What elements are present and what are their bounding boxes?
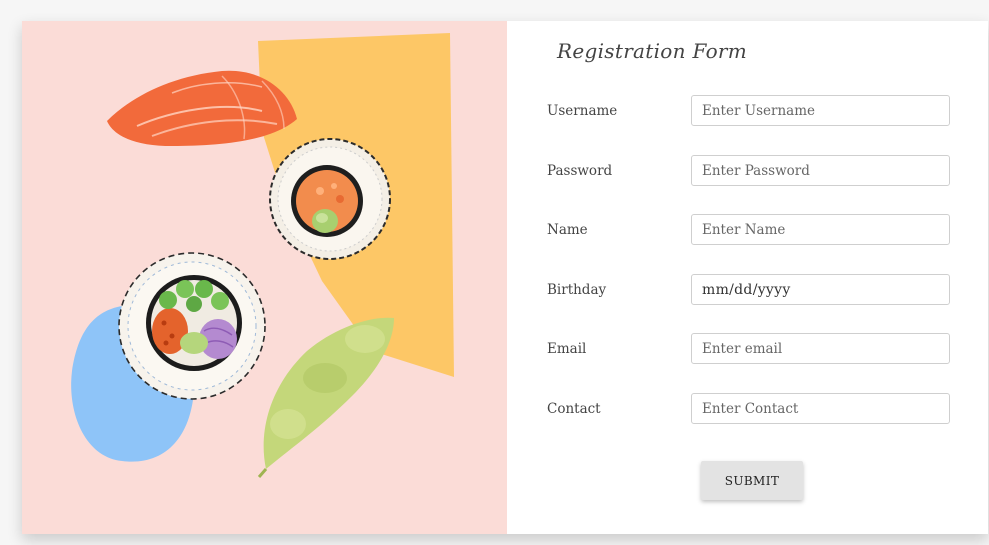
form-title: Registration Form: [557, 39, 748, 63]
birthday-label: Birthday: [547, 282, 607, 298]
birthday-input[interactable]: [691, 274, 950, 305]
large-maki-roll: [118, 252, 266, 400]
form-row-name: Name: [547, 214, 967, 256]
name-label: Name: [547, 222, 588, 238]
registration-form: Registration Form Username Password Name…: [507, 21, 988, 534]
submit-button[interactable]: SUBMIT: [701, 461, 803, 500]
username-label: Username: [547, 103, 618, 119]
registration-card: Registration Form Username Password Name…: [22, 21, 988, 534]
email-label: Email: [547, 341, 587, 357]
username-input[interactable]: [691, 95, 950, 126]
form-row-email: Email: [547, 333, 967, 375]
password-input[interactable]: [691, 155, 950, 186]
small-maki-roll: [269, 138, 391, 260]
name-input[interactable]: [691, 214, 950, 245]
form-row-password: Password: [547, 155, 967, 197]
edamame-pod: [257, 317, 394, 478]
contact-label: Contact: [547, 401, 601, 417]
email-input[interactable]: [691, 333, 950, 364]
form-row-contact: Contact: [547, 393, 967, 435]
sushi-illustration: [22, 21, 507, 534]
form-row-username: Username: [547, 95, 967, 137]
form-row-birthday: Birthday: [547, 274, 967, 316]
password-label: Password: [547, 163, 613, 179]
contact-input[interactable]: [691, 393, 950, 424]
